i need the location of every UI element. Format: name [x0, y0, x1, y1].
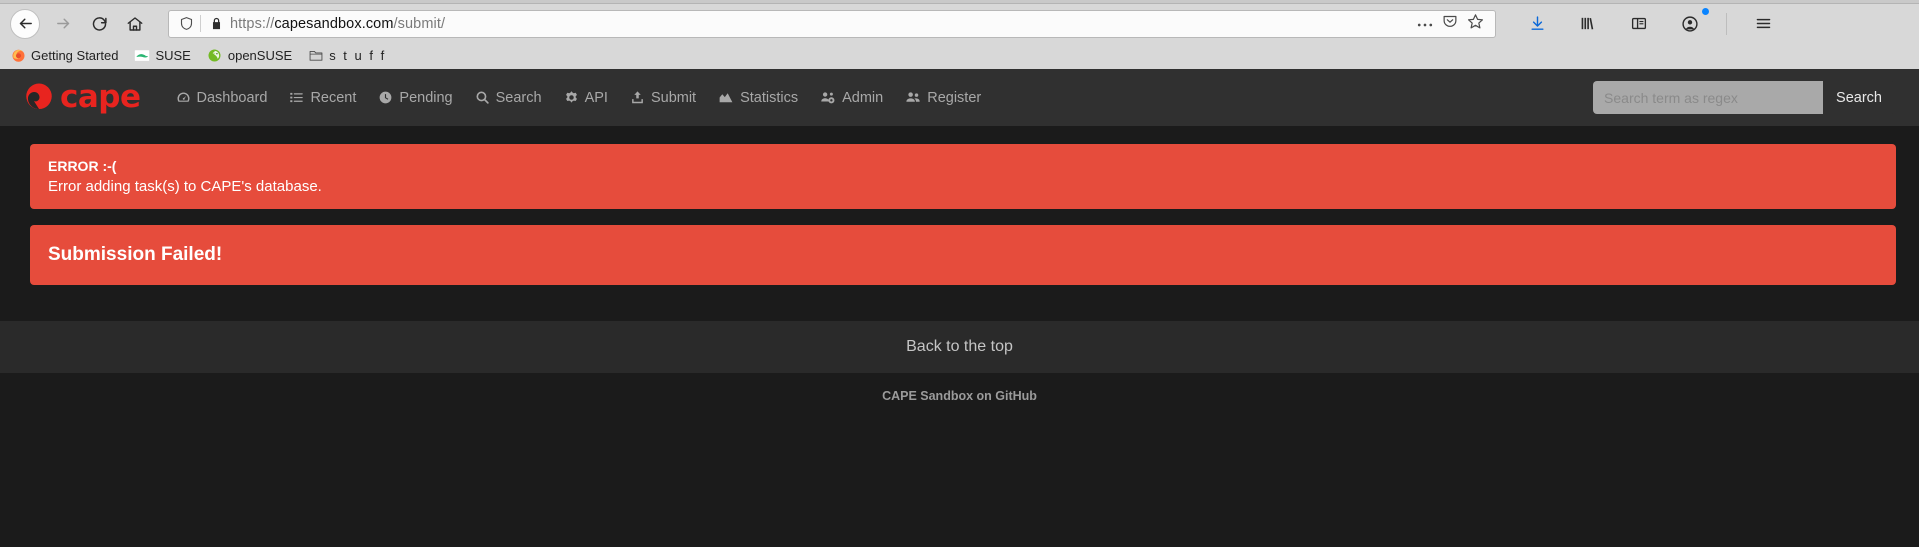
home-icon	[126, 15, 144, 33]
sidebar-icon[interactable]	[1622, 9, 1656, 39]
url-text[interactable]: https://capesandbox.com/submit/	[230, 16, 1417, 32]
bookmark-suse[interactable]: SUSE	[134, 47, 191, 63]
opensuse-icon	[207, 47, 223, 63]
page-content: ERROR :-( Error adding task(s) to CAPE's…	[0, 126, 1919, 285]
tracking-protection-shield-icon[interactable]	[177, 16, 200, 31]
star-bookmark-icon[interactable]	[1467, 13, 1484, 35]
bookmark-folder-stuff[interactable]: s t u f f	[308, 47, 386, 63]
list-icon	[289, 90, 304, 105]
nav-item-label: Pending	[399, 89, 453, 106]
upload-icon	[630, 90, 645, 105]
users-cog-icon	[820, 90, 836, 105]
submission-failed-alert: Submission Failed!	[30, 225, 1896, 285]
users-icon	[905, 90, 921, 105]
search-input[interactable]	[1593, 81, 1824, 114]
gear-icon	[564, 90, 579, 105]
nav-item-pending[interactable]: Pending	[367, 82, 463, 114]
nav-item-label: Submit	[650, 89, 697, 106]
nav-item-dashboard[interactable]: Dashboard	[165, 82, 279, 114]
bookmark-label: openSUSE	[227, 47, 293, 63]
bookmark-label: Getting Started	[31, 47, 119, 63]
ellipsis-icon[interactable]	[1417, 15, 1433, 33]
bookmark-opensuse[interactable]: openSUSE	[207, 47, 292, 63]
github-link[interactable]: CAPE Sandbox on GitHub	[882, 389, 1037, 403]
submission-failed-text: Submission Failed!	[48, 244, 223, 265]
account-icon[interactable]	[1673, 7, 1709, 39]
nav-item-submit[interactable]: Submit	[619, 82, 707, 114]
arrow-left-icon	[17, 15, 34, 32]
toolbar-separator	[1726, 12, 1727, 35]
footer-credits: CAPE Sandbox on GitHub	[0, 373, 1919, 419]
brand-logo[interactable]: cape	[22, 81, 141, 115]
url-host: capesandbox.com	[274, 15, 394, 32]
nav-item-label: Dashboard	[196, 89, 268, 106]
forward-button[interactable]	[46, 9, 80, 39]
back-to-top-link[interactable]: Back to the top	[906, 338, 1013, 356]
padlock-icon[interactable]	[203, 16, 230, 31]
address-bar[interactable]: https://capesandbox.com/submit/	[168, 9, 1496, 38]
urlbar-actions	[1417, 13, 1487, 35]
error-alert: ERROR :-( Error adding task(s) to CAPE's…	[30, 144, 1896, 209]
suse-chameleon-icon	[134, 47, 150, 63]
pocket-save-icon[interactable]	[1442, 13, 1458, 34]
nav-item-label: Admin	[842, 89, 884, 106]
reload-button[interactable]	[82, 9, 116, 39]
site-nav-links: Dashboard Recent Pending Search API Subm…	[165, 82, 993, 114]
browser-toolbar-right	[1506, 7, 1780, 39]
bookmarks-bar: Getting Started SUSE openSUSE s t u f f	[0, 43, 1919, 69]
nav-item-recent[interactable]: Recent	[278, 82, 367, 114]
bookmark-label: SUSE	[155, 47, 191, 63]
error-alert-body: Error adding task(s) to CAPE's database.	[48, 178, 322, 195]
chart-area-icon	[718, 90, 734, 105]
footer-back-to-top: Back to the top	[0, 321, 1919, 373]
nav-item-register[interactable]: Register	[894, 82, 992, 114]
clock-icon	[378, 90, 393, 105]
tachometer-icon	[176, 90, 191, 105]
nav-item-label: Search	[495, 89, 542, 106]
url-scheme: https://	[230, 15, 275, 32]
folder-icon	[308, 47, 324, 63]
nav-item-label: Register	[927, 89, 982, 106]
nav-item-label: Recent	[310, 89, 357, 106]
reload-icon	[91, 15, 108, 32]
home-button[interactable]	[118, 9, 152, 39]
bookmark-label: s t u f f	[329, 47, 387, 63]
cape-spiral-logo-icon	[22, 81, 56, 115]
magnifier-icon	[475, 90, 490, 105]
nav-item-statistics[interactable]: Statistics	[707, 82, 809, 114]
nav-item-api[interactable]: API	[553, 82, 619, 114]
firefox-icon	[10, 47, 26, 63]
navbar-search-form: Search	[1593, 81, 1895, 114]
site-navbar: cape Dashboard Recent Pending Search API…	[0, 69, 1919, 126]
browser-chrome: https://capesandbox.com/submit/ Getting …	[0, 0, 1919, 69]
nav-item-label: Statistics	[740, 89, 799, 106]
downloads-icon[interactable]	[1520, 9, 1554, 39]
back-button[interactable]	[10, 8, 40, 39]
account-notification-dot	[1702, 7, 1709, 15]
hamburger-menu-icon[interactable]	[1746, 9, 1780, 39]
urlbar-divider	[200, 15, 201, 32]
browser-navigation-toolbar: https://capesandbox.com/submit/	[0, 4, 1919, 43]
brand-text: cape	[60, 79, 141, 115]
arrow-right-icon	[55, 15, 72, 32]
nav-item-label: API	[584, 89, 608, 106]
url-path: /submit/	[393, 15, 446, 32]
nav-item-admin[interactable]: Admin	[809, 82, 894, 114]
search-button[interactable]: Search	[1823, 81, 1895, 114]
error-alert-title: ERROR :-(	[48, 158, 117, 174]
bookmark-getting-started[interactable]: Getting Started	[10, 47, 118, 63]
nav-item-search[interactable]: Search	[464, 82, 553, 114]
cape-sandbox-page: cape Dashboard Recent Pending Search API…	[0, 69, 1919, 547]
library-icon[interactable]	[1571, 9, 1605, 39]
